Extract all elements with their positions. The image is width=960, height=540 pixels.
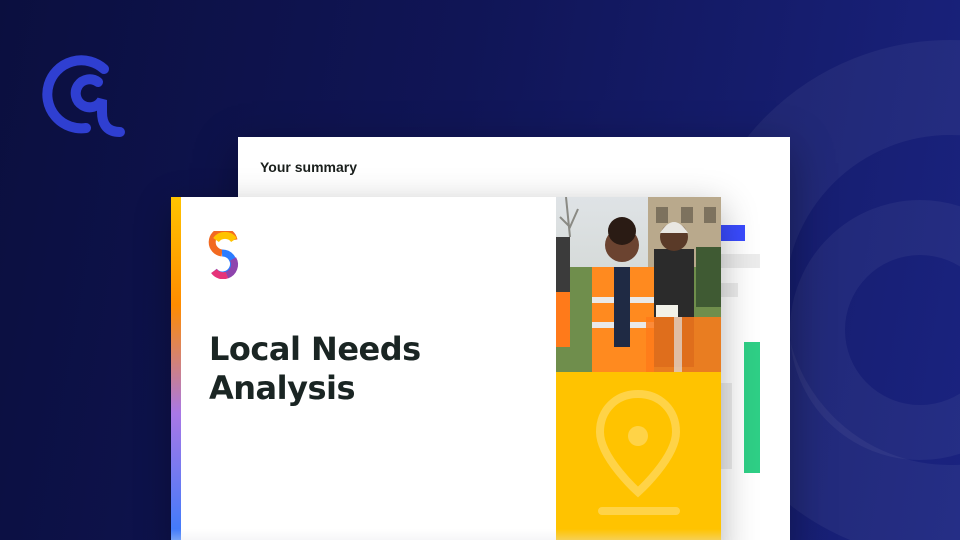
volunteers-photo (556, 197, 721, 372)
placeholder-blue-bar (721, 225, 745, 241)
report-cover-card: Local Needs Analysis (171, 197, 721, 540)
s-multicolor-logo-icon (208, 231, 238, 279)
summary-title: Your summary (260, 159, 357, 175)
report-title: Local Needs Analysis (209, 330, 421, 408)
gradient-accent-bar (171, 197, 181, 540)
bottom-fade (171, 529, 721, 540)
placeholder-green-column (744, 342, 760, 473)
c-ring-logo-icon (42, 55, 125, 137)
report-title-line: Analysis (209, 369, 356, 407)
map-pin-icon (595, 389, 681, 515)
hero-banner: Your summary Local Needs Analysis (0, 0, 960, 540)
location-tile (556, 372, 721, 540)
report-title-line: Local Needs (209, 330, 421, 368)
